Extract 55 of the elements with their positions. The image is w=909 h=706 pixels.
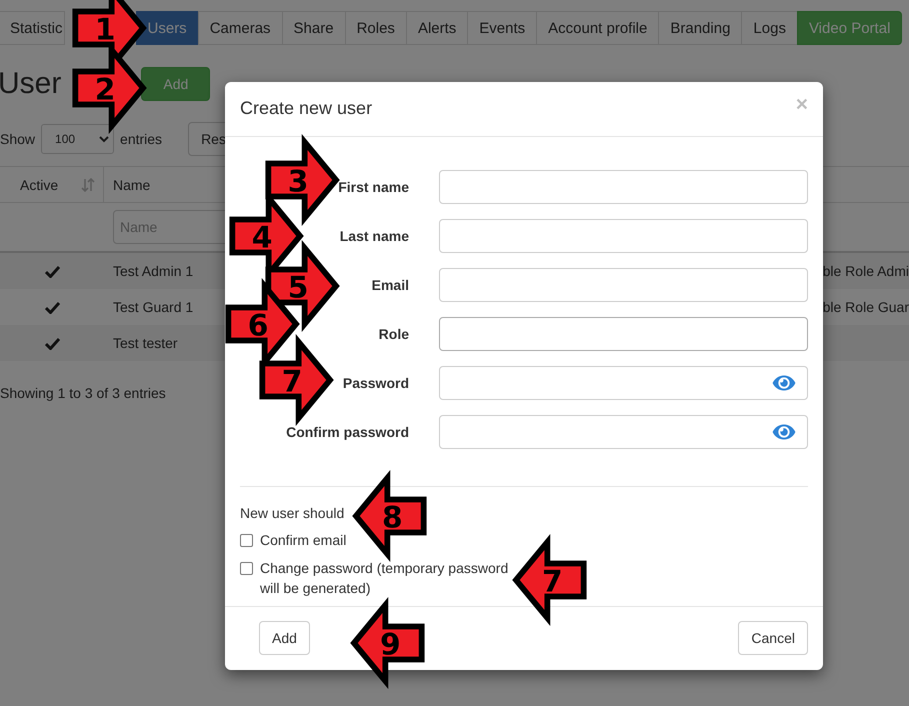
add-button[interactable]: Add bbox=[259, 621, 310, 656]
input-field[interactable] bbox=[439, 366, 808, 400]
input-field[interactable] bbox=[439, 415, 808, 450]
input-field[interactable] bbox=[439, 170, 808, 204]
cancel-button[interactable]: Cancel bbox=[738, 621, 808, 656]
column-header[interactable]: Name bbox=[113, 176, 150, 192]
nav-tab[interactable]: Statistic bbox=[0, 11, 65, 45]
field-label: Role bbox=[378, 326, 409, 342]
nav-tab[interactable]: Users bbox=[136, 11, 199, 45]
eye-icon[interactable] bbox=[771, 373, 797, 394]
show-label: Show bbox=[0, 131, 36, 147]
field-label: Email bbox=[372, 277, 409, 294]
callout-number: 1 bbox=[94, 12, 116, 48]
table-cell: ble Role Admi bbox=[822, 263, 909, 279]
column-header[interactable]: Active bbox=[20, 176, 58, 192]
field-label: First name bbox=[338, 179, 409, 196]
checkbox[interactable] bbox=[240, 562, 253, 575]
callout-number: 6 bbox=[248, 308, 268, 344]
sort-icon[interactable] bbox=[81, 178, 95, 192]
table-cell: ble Role Guar bbox=[822, 299, 909, 315]
input-field[interactable] bbox=[439, 219, 808, 254]
page-title: User bbox=[0, 67, 62, 101]
table-cell-text: Test Guard 1 bbox=[113, 299, 194, 315]
callout-number: 7 bbox=[542, 564, 563, 600]
table-cell-text: Test Admin 1 bbox=[113, 263, 194, 279]
nav-tab[interactable]: Account profile bbox=[536, 11, 660, 45]
nav-tab[interactable]: Branding bbox=[658, 11, 742, 45]
nav-tab[interactable]: Alerts bbox=[406, 11, 468, 45]
nav-tab[interactable]: Cameras bbox=[198, 11, 283, 45]
eye-icon[interactable] bbox=[771, 422, 797, 442]
table-info: Showing 1 to 3 of 3 entries bbox=[0, 385, 166, 401]
nav-tab[interactable]: Share bbox=[282, 11, 346, 45]
callout-number: 2 bbox=[94, 72, 116, 108]
entries-label: entries bbox=[120, 131, 162, 147]
callout-number: 7 bbox=[282, 364, 302, 400]
page-size-select[interactable]: 100 bbox=[41, 124, 114, 154]
input-field[interactable] bbox=[439, 317, 808, 352]
nav-tab[interactable]: Logs bbox=[741, 11, 798, 45]
callout-number: 3 bbox=[288, 164, 308, 200]
field-label: Confirm password bbox=[286, 424, 409, 440]
callout-number: 8 bbox=[382, 500, 403, 536]
nav-tab[interactable]: Roles bbox=[344, 11, 407, 45]
callout-number: 9 bbox=[380, 628, 401, 663]
options-heading: New user should bbox=[240, 504, 344, 521]
callout-number: 5 bbox=[288, 270, 308, 306]
dialog-title: Create new user bbox=[240, 98, 372, 120]
table-cell-text: Test tester bbox=[113, 335, 179, 351]
nav-tab[interactable]: Events bbox=[467, 11, 538, 45]
checkbox[interactable] bbox=[240, 534, 253, 547]
checkbox-label[interactable]: Confirm email bbox=[260, 530, 346, 550]
checkbox-label[interactable]: Change password (temporary password will be generated) bbox=[260, 558, 512, 598]
field-label: Password bbox=[342, 375, 409, 392]
caret-icon bbox=[99, 135, 110, 143]
field-label: Last name bbox=[340, 228, 409, 244]
input-field[interactable] bbox=[439, 268, 808, 302]
